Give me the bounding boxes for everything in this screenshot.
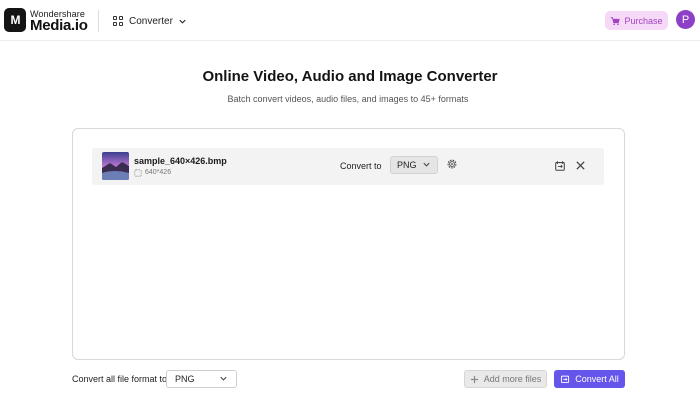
converter-menu[interactable]: Converter: [113, 12, 187, 30]
convert-to-label: Convert to: [340, 161, 382, 171]
convert-all-label: Convert All: [575, 374, 619, 384]
file-resolution: 640*426: [145, 169, 172, 176]
add-more-files-button[interactable]: Add more files: [464, 370, 547, 388]
avatar[interactable]: P: [676, 10, 695, 29]
page-title: Online Video, Audio and Image Converter: [202, 68, 498, 85]
chevron-down-icon: [423, 162, 430, 167]
file-thumbnail: [102, 152, 129, 180]
convert-all-format-value: PNG: [175, 374, 195, 384]
purchase-label: Purchase: [624, 15, 663, 26]
add-more-files-label: Add more files: [483, 374, 542, 384]
convert-all-format-label: Convert all file format to:: [72, 374, 170, 384]
file-name: sample_640×426.bmp: [134, 156, 227, 166]
resolution-icon: [134, 169, 142, 177]
purchase-button[interactable]: Purchase: [605, 11, 668, 30]
row-format-value: PNG: [397, 160, 417, 170]
convert-all-format-select[interactable]: PNG: [166, 370, 237, 388]
converter-menu-label: Converter: [129, 15, 173, 27]
chevron-down-icon: [220, 376, 227, 381]
chevron-down-icon: [179, 19, 186, 24]
cart-icon: [611, 16, 621, 25]
convert-icon[interactable]: [554, 160, 566, 172]
row-format-select[interactable]: PNG: [390, 156, 438, 174]
page-subtitle: Batch convert videos, audio files, and i…: [227, 94, 469, 104]
header-divider: [98, 10, 99, 32]
media-io-logo-icon[interactable]: M: [4, 8, 26, 32]
grid-icon: [113, 15, 124, 27]
brand-name[interactable]: Media.io: [30, 17, 88, 34]
file-drop-panel[interactable]: sample_640×426.bmp 640*426 Convert to PN…: [72, 128, 625, 360]
convert-icon: [561, 375, 570, 384]
convert-all-button[interactable]: Convert All: [554, 370, 625, 388]
gear-icon[interactable]: [446, 158, 458, 170]
plus-icon: [470, 375, 478, 383]
top-bar: M Wondershare Media.io Converter Purchas…: [0, 0, 700, 41]
close-icon[interactable]: [575, 160, 586, 171]
file-row: sample_640×426.bmp 640*426 Convert to PN…: [92, 148, 604, 185]
